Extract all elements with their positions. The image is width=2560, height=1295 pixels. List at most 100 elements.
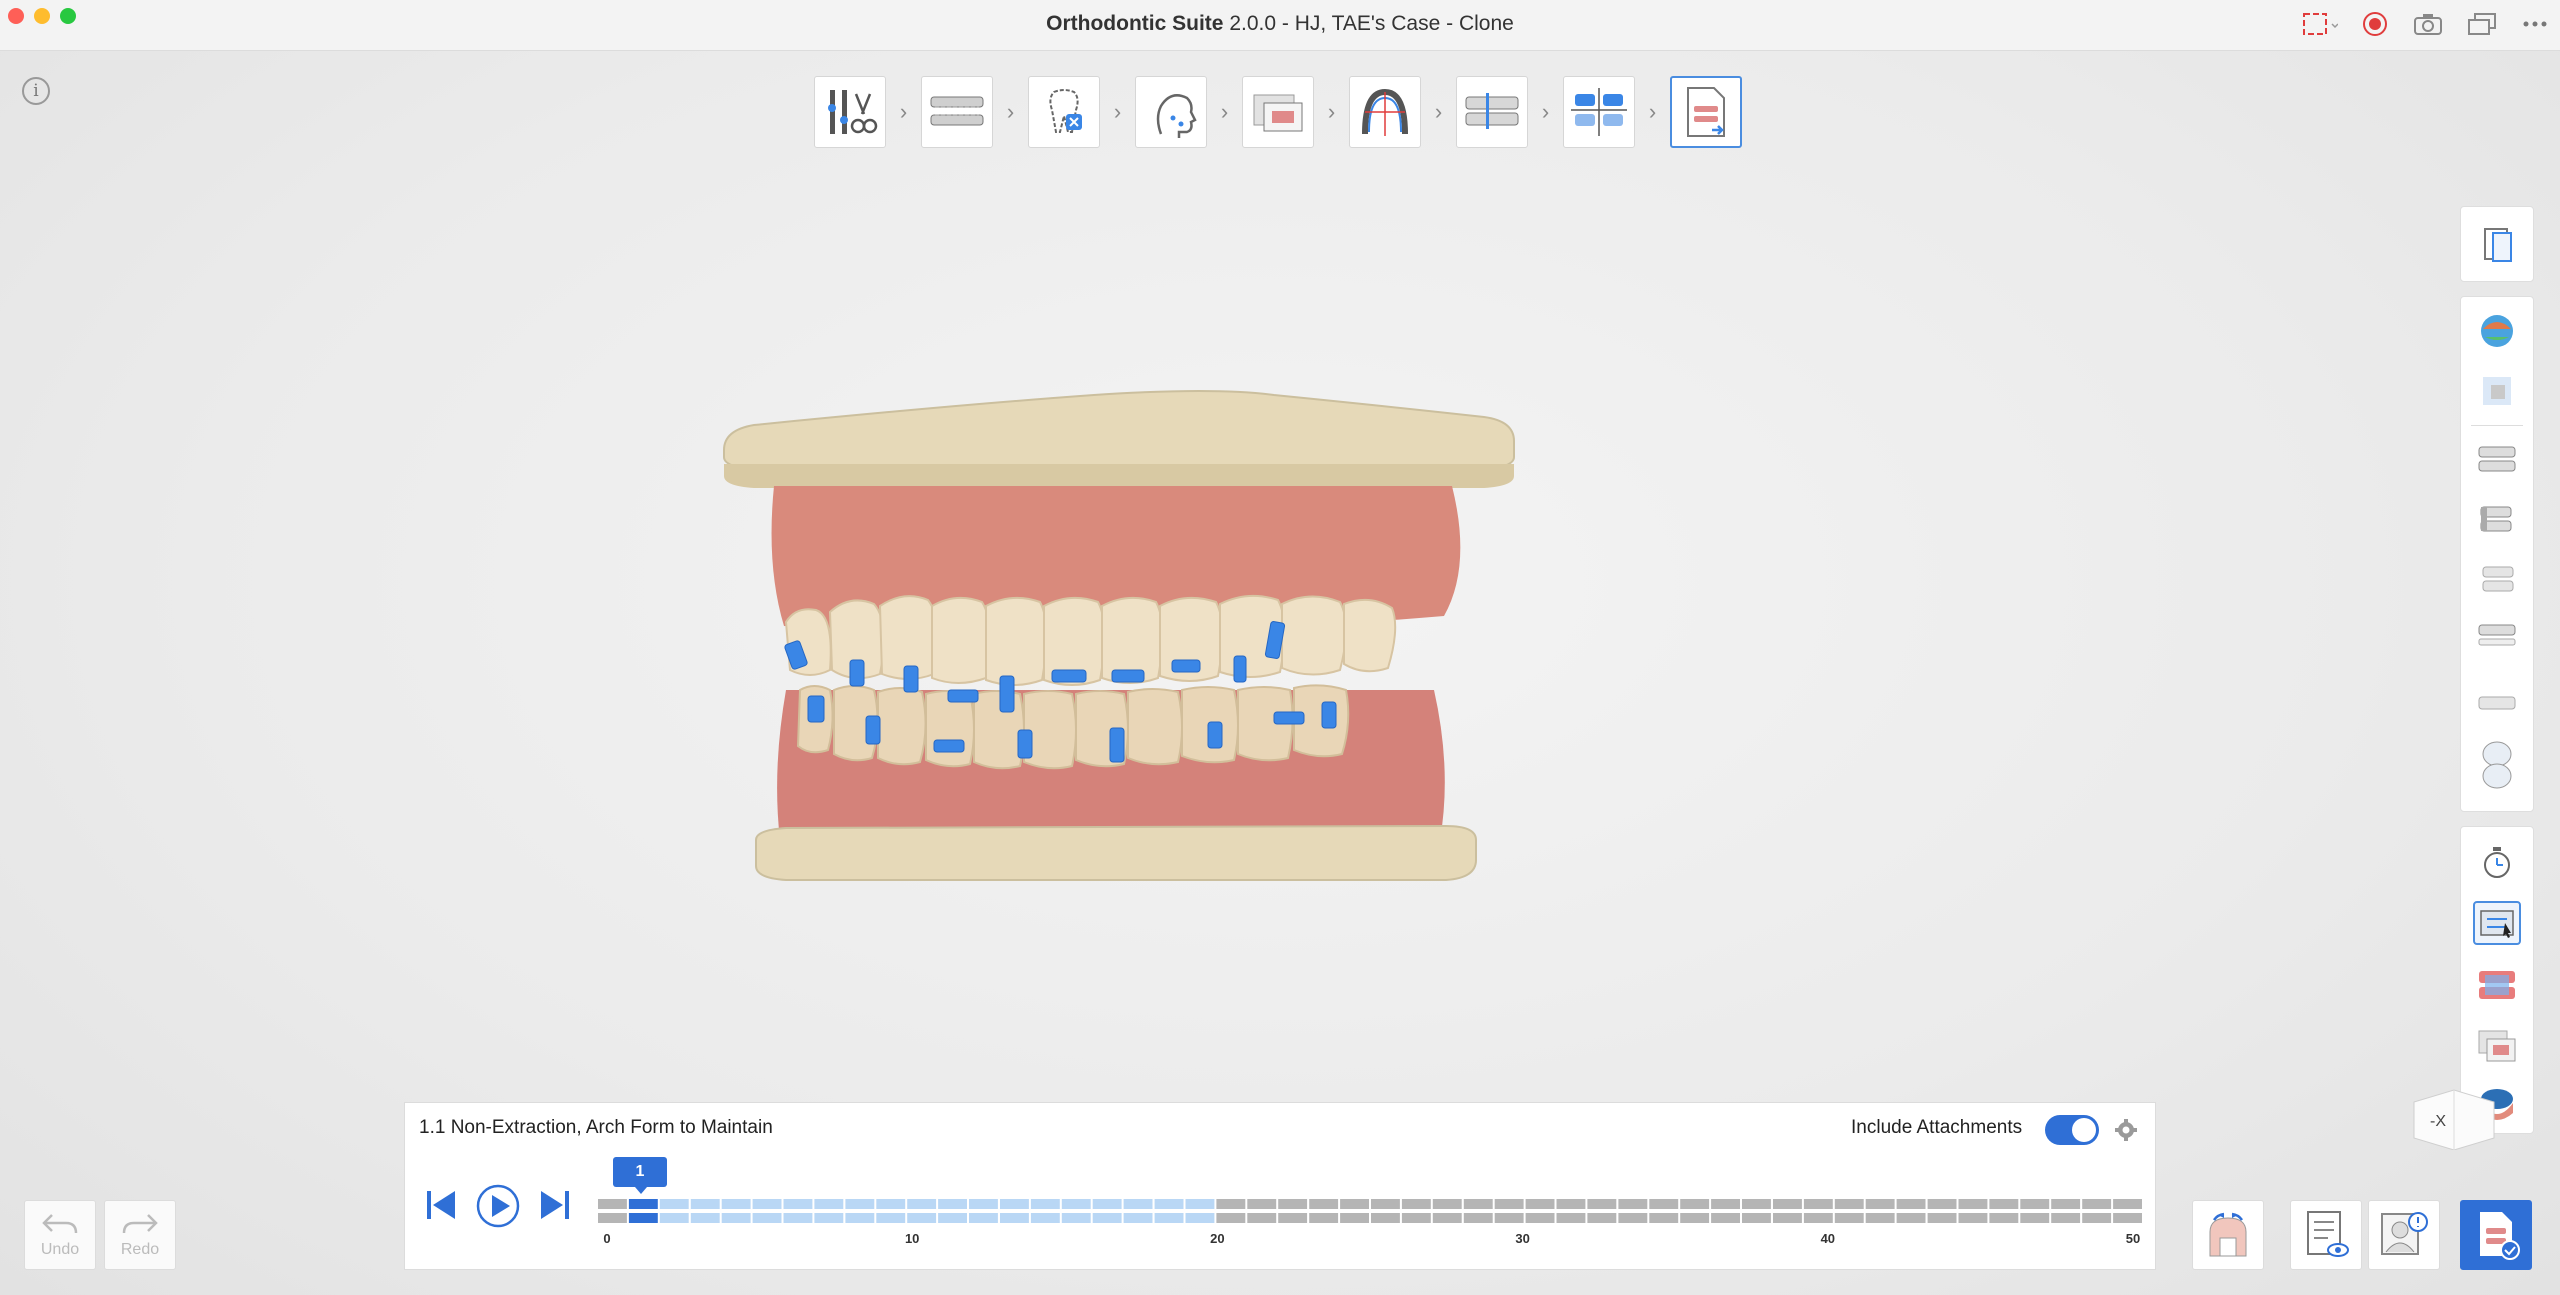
step-segment[interactable] <box>1463 1199 1493 1209</box>
step-segment[interactable] <box>2051 1199 2081 1209</box>
step-segment[interactable] <box>690 1213 720 1223</box>
step-segment[interactable] <box>1556 1213 1586 1223</box>
step-segment[interactable] <box>814 1199 844 1209</box>
solid-view-icon[interactable] <box>2473 369 2521 413</box>
play-button[interactable] <box>475 1183 521 1229</box>
step-segment[interactable] <box>1123 1199 1153 1209</box>
report-preview-button[interactable] <box>2290 1200 2362 1270</box>
step-segment[interactable] <box>907 1213 937 1223</box>
step-segment[interactable] <box>1742 1199 1771 1209</box>
camera-icon[interactable] <box>2412 10 2444 38</box>
step-segment[interactable] <box>2082 1213 2112 1223</box>
step-segment[interactable] <box>1432 1213 1462 1223</box>
step-segment[interactable] <box>1309 1213 1339 1223</box>
step-segment[interactable] <box>1061 1199 1091 1209</box>
step-segment[interactable] <box>1927 1213 1957 1223</box>
step-bite[interactable] <box>1456 76 1528 148</box>
step-segment[interactable] <box>1371 1199 1400 1209</box>
step-segment[interactable] <box>1401 1199 1431 1209</box>
left-view-icon[interactable] <box>2473 497 2521 541</box>
step-slider-track[interactable] <box>597 1199 2143 1229</box>
step-segment[interactable] <box>783 1199 813 1209</box>
color-map-icon[interactable] <box>2473 309 2521 353</box>
step-segment[interactable] <box>659 1213 689 1223</box>
step-segment[interactable] <box>598 1213 627 1223</box>
step-segmentation[interactable] <box>1028 76 1100 148</box>
finish-export-button[interactable] <box>2460 1200 2532 1270</box>
current-step-marker[interactable]: 1 <box>613 1157 667 1194</box>
step-segment[interactable] <box>1680 1199 1710 1209</box>
step-segment[interactable] <box>1834 1213 1864 1223</box>
back-view-icon[interactable] <box>2473 613 2521 657</box>
step-segment[interactable] <box>598 1199 627 1209</box>
record-icon[interactable] <box>2360 10 2390 38</box>
step-segment[interactable] <box>1865 1199 1895 1209</box>
step-segment[interactable] <box>1309 1199 1339 1209</box>
undo-button[interactable]: Undo <box>24 1200 96 1270</box>
step-segment[interactable] <box>1185 1199 1215 1209</box>
info-button[interactable]: i <box>22 77 50 105</box>
report-view-icon[interactable] <box>2473 223 2521 267</box>
step-segment[interactable] <box>1340 1199 1369 1209</box>
step-segment[interactable] <box>1989 1199 2019 1209</box>
step-segment[interactable] <box>907 1199 937 1209</box>
step-segment[interactable] <box>1340 1213 1369 1223</box>
step-segment[interactable] <box>1525 1213 1555 1223</box>
step-segment[interactable] <box>1865 1213 1895 1223</box>
step-segment[interactable] <box>1989 1213 2019 1223</box>
step-segment[interactable] <box>1247 1199 1277 1209</box>
step-segment[interactable] <box>1030 1199 1060 1209</box>
step-segment[interactable] <box>1494 1199 1524 1209</box>
step-segment[interactable] <box>2020 1199 2050 1209</box>
step-segment[interactable] <box>1711 1199 1740 1209</box>
occlusal-view-icon[interactable] <box>2473 741 2521 789</box>
step-segment[interactable] <box>1432 1199 1462 1209</box>
step-segment[interactable] <box>1556 1199 1586 1209</box>
step-segment[interactable] <box>752 1213 782 1223</box>
step-segment[interactable] <box>783 1213 813 1223</box>
step-segment[interactable] <box>1494 1213 1524 1223</box>
step-segment[interactable] <box>2051 1213 2081 1223</box>
step-segment[interactable] <box>1649 1199 1679 1209</box>
step-segment[interactable] <box>1154 1213 1184 1223</box>
step-segment[interactable] <box>1834 1199 1864 1209</box>
step-segment[interactable] <box>1000 1213 1029 1223</box>
step-segment[interactable] <box>1773 1199 1802 1209</box>
step-segment[interactable] <box>2082 1199 2112 1209</box>
step-segment[interactable] <box>1680 1213 1710 1223</box>
step-segment[interactable] <box>1958 1199 1988 1209</box>
redo-button[interactable]: Redo <box>104 1200 176 1270</box>
step-segment[interactable] <box>1216 1213 1246 1223</box>
step-segment[interactable] <box>1587 1213 1617 1223</box>
step-segment[interactable] <box>628 1199 658 1209</box>
step-segment[interactable] <box>1030 1213 1060 1223</box>
step-segment[interactable] <box>814 1213 844 1223</box>
step-segment[interactable] <box>938 1213 967 1223</box>
gear-icon[interactable] <box>2115 1119 2137 1141</box>
step-segment[interactable] <box>1092 1199 1122 1209</box>
skip-to-start-icon[interactable] <box>423 1187 459 1223</box>
step-segment[interactable] <box>1896 1213 1926 1223</box>
step-segment[interactable] <box>1185 1213 1215 1223</box>
superimpose-view-icon[interactable] <box>2473 901 2521 945</box>
include-attachments-toggle[interactable] <box>2045 1115 2099 1145</box>
step-segment[interactable] <box>1618 1199 1648 1209</box>
step-segment[interactable] <box>845 1199 875 1209</box>
bite-compare-icon[interactable] <box>2473 963 2521 1007</box>
timer-icon[interactable] <box>2473 841 2521 885</box>
step-segment[interactable] <box>1371 1213 1400 1223</box>
step-segment[interactable] <box>1061 1213 1091 1223</box>
step-image[interactable] <box>1242 76 1314 148</box>
step-segment[interactable] <box>1525 1199 1555 1209</box>
view-orientation-cube[interactable]: -X <box>2410 1080 2500 1150</box>
step-segment[interactable] <box>1649 1213 1679 1223</box>
step-segment[interactable] <box>1247 1213 1277 1223</box>
step-segment[interactable] <box>659 1199 689 1209</box>
step-segment[interactable] <box>876 1213 906 1223</box>
fullscreen-capture-icon[interactable] <box>2300 10 2340 38</box>
step-segment[interactable] <box>1711 1213 1740 1223</box>
step-scan[interactable] <box>921 76 993 148</box>
window-layout-icon[interactable] <box>2466 10 2498 38</box>
step-segment[interactable] <box>969 1199 998 1209</box>
step-segment[interactable] <box>845 1213 875 1223</box>
